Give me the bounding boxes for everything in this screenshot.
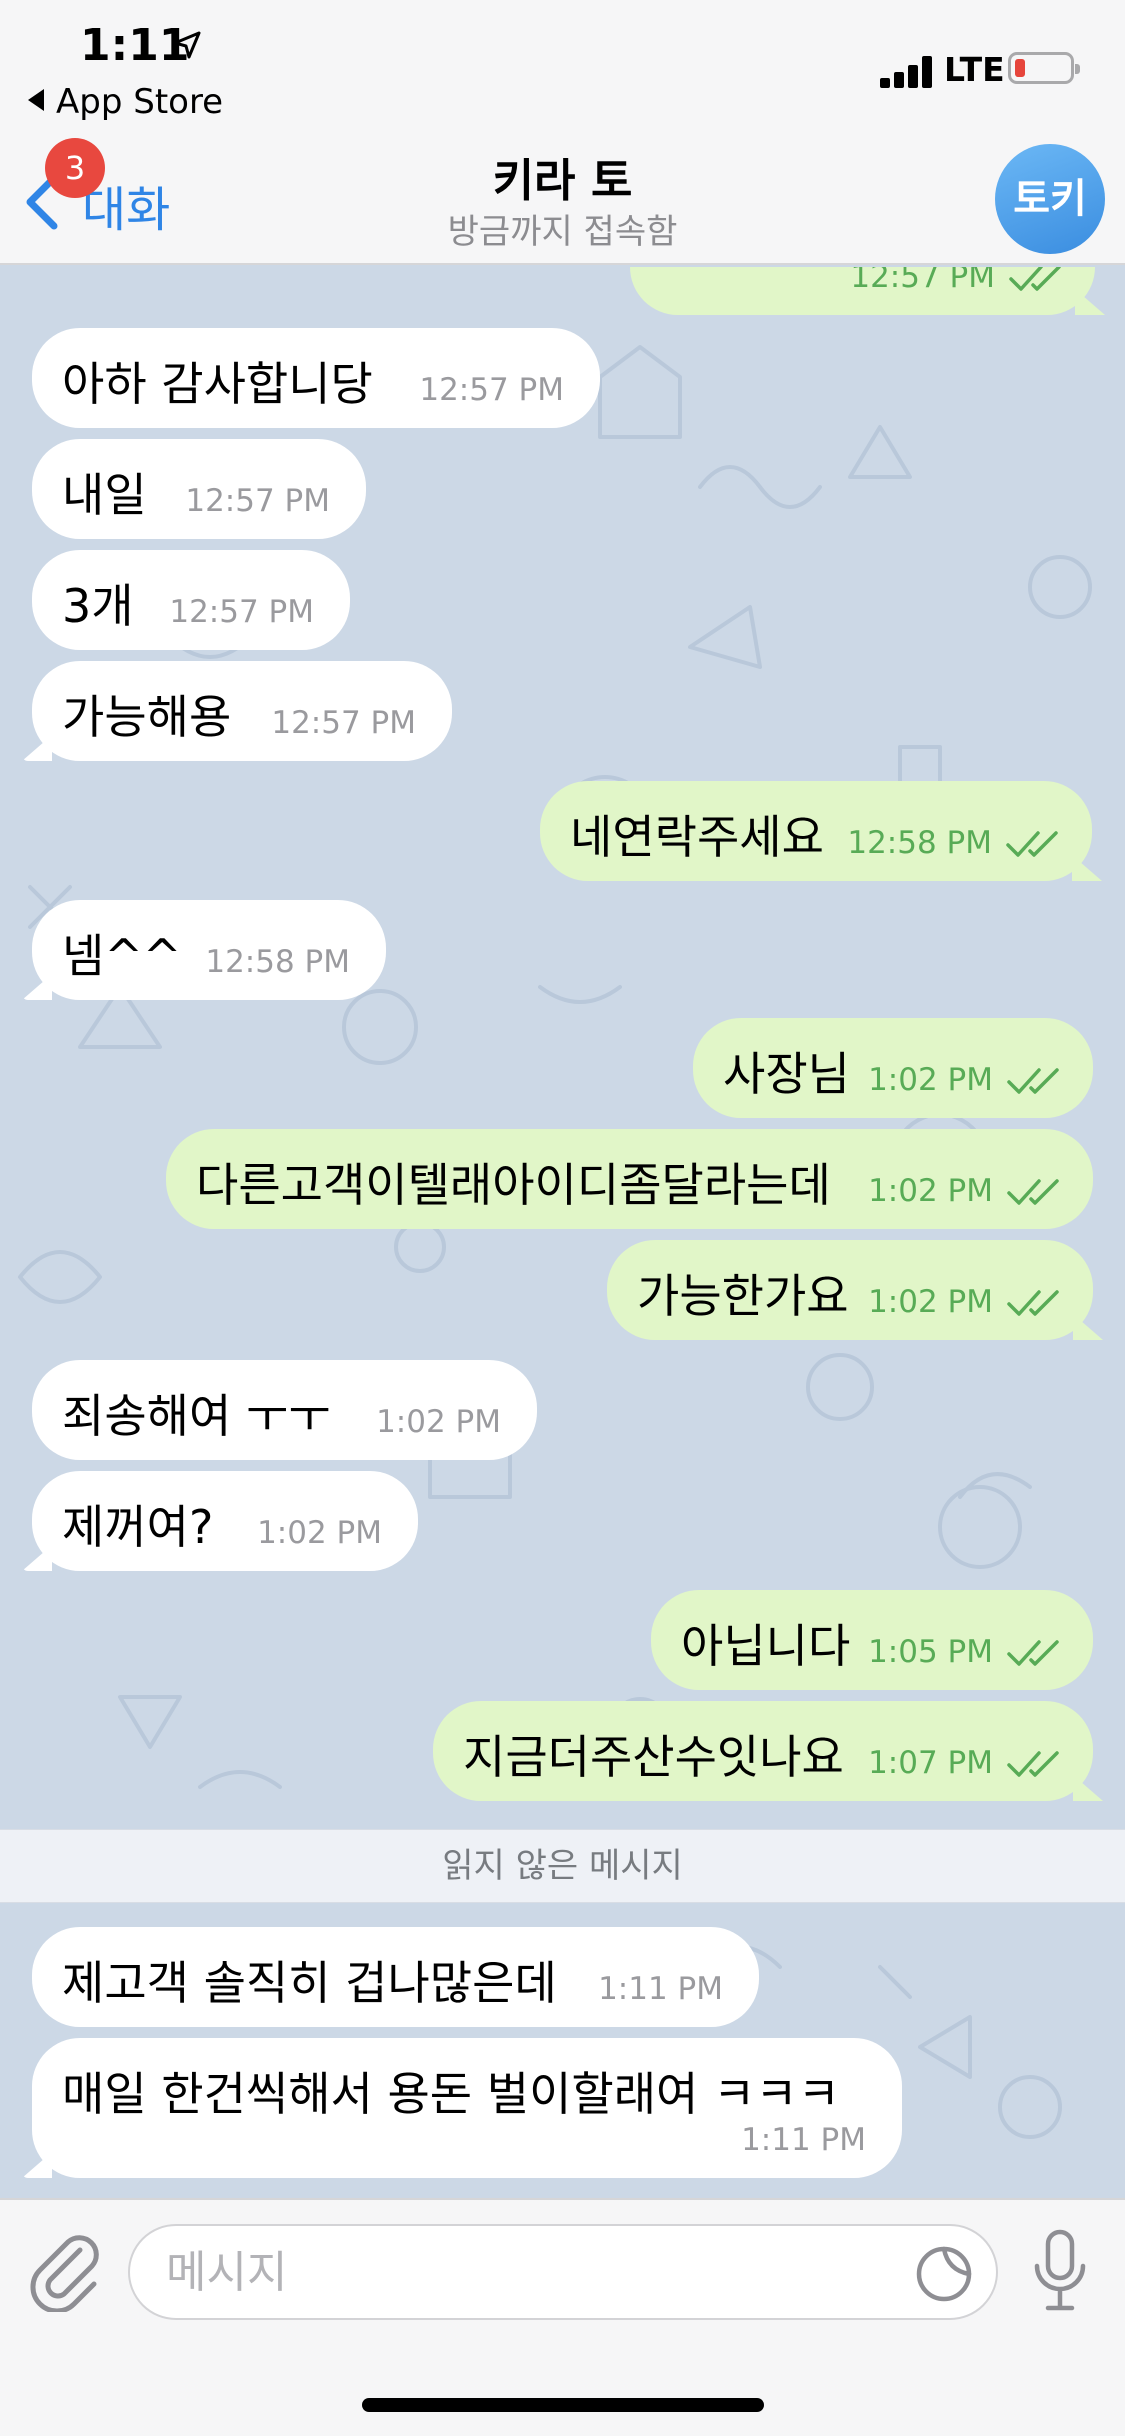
status-bar: 1:11 App Store LTE <box>0 0 1125 130</box>
message-bubble-incoming[interactable]: 아하 감사합니당 12:57 PM <box>32 328 600 428</box>
message-bubble-incoming[interactable]: 죄송해여 ㅜㅜ 1:02 PM <box>32 1360 537 1460</box>
message-bubble-outgoing[interactable]: 아닙니다 1:05 PM <box>651 1590 1093 1690</box>
message-time: 1:02 PM <box>376 1404 501 1440</box>
message-field[interactable] <box>128 2224 998 2320</box>
message-bubble-outgoing[interactable]: 다른고객이텔래아이디좀달라는데 1:02 PM <box>166 1129 1093 1229</box>
double-check-icon <box>1007 1179 1059 1205</box>
message-bubble-incoming[interactable]: 매일 한건씩해서 용돈 벌이할래여 ㅋㅋㅋ 1:11 PM <box>22 2038 902 2178</box>
message-bubble-incoming[interactable]: 3개 12:57 PM <box>32 550 350 650</box>
message-text: 사장님 <box>723 1047 850 1101</box>
message-bubble-incoming[interactable]: 가능해용 12:57 PM <box>22 661 452 761</box>
avatar[interactable]: 토키 <box>995 144 1105 254</box>
message-time: 12:58 PM <box>847 825 992 861</box>
message-text: 아닙니다 <box>681 1619 851 1673</box>
message-text: 다른고객이텔래아이디좀달라는데 <box>196 1158 831 1212</box>
message-time: 12:57 PM <box>850 267 995 295</box>
message-time: 12:57 PM <box>185 483 330 519</box>
location-arrow-icon <box>173 31 201 59</box>
back-triangle-icon <box>28 89 44 111</box>
message-time: 12:57 PM <box>419 372 564 408</box>
chat-header: 대화 3 키라 토 방금까지 접속함 토키 <box>0 130 1125 265</box>
message-bubble-incoming[interactable]: 내일 12:57 PM <box>32 439 366 539</box>
double-check-icon <box>1007 1640 1059 1666</box>
message-text: 죄송해여 ㅜㅜ <box>62 1389 331 1443</box>
message-time: 1:02 PM <box>868 1173 993 1209</box>
message-text: 넴^^ <box>62 929 182 983</box>
message-bubble-outgoing[interactable]: 네연락주세요 12:58 PM <box>540 781 1102 881</box>
message-time: 1:07 PM <box>868 1745 993 1781</box>
message-time: 1:02 PM <box>257 1515 382 1551</box>
message-bubble-incoming[interactable]: 제꺼여? 1:02 PM <box>22 1471 418 1571</box>
last-seen-status: 방금까지 접속함 <box>447 212 678 252</box>
back-app-label: App Store <box>56 82 224 122</box>
message-time: 1:05 PM <box>868 1634 993 1670</box>
message-time: 1:11 PM <box>598 1971 723 2007</box>
message-text: 제꺼여? <box>62 1500 214 1554</box>
message-input[interactable] <box>166 2240 846 2304</box>
message-bubble-incoming[interactable]: 넴^^ 12:58 PM <box>22 900 386 1000</box>
message-bubble-outgoing[interactable]: 사장님 1:02 PM <box>693 1018 1093 1118</box>
message-text: 가능해용 <box>62 690 232 744</box>
network-type: LTE <box>944 50 1005 89</box>
home-indicator[interactable] <box>362 2398 764 2412</box>
message-bubble-incoming[interactable]: 제고객 솔직히 겁나많은데 1:11 PM <box>32 1927 759 2027</box>
double-check-icon <box>1007 1290 1059 1316</box>
message-list[interactable]: 12:57 PM 아하 감사합니당 12:57 PM 내일 12:57 PM 3… <box>0 267 1125 2198</box>
unread-divider-label: 읽지 않은 메시지 <box>442 1846 683 1886</box>
chat-title[interactable]: 키라 토 <box>0 144 1125 209</box>
unread-messages-divider: 읽지 않은 메시지 <box>0 1829 1125 1903</box>
double-check-icon <box>1009 267 1061 291</box>
message-text: 아하 감사합니당 <box>62 357 373 411</box>
message-bubble-outgoing[interactable]: 지금더주산수잇나요 1:07 PM <box>433 1701 1103 1801</box>
message-time: 1:02 PM <box>868 1284 993 1320</box>
signal-icon <box>880 54 936 88</box>
double-check-icon <box>1006 831 1058 857</box>
message-time: 12:57 PM <box>271 705 416 741</box>
message-text: 가능한가요 <box>637 1269 849 1323</box>
message-time: 12:57 PM <box>169 594 314 630</box>
message-text: 지금더주산수잇나요 <box>463 1730 844 1784</box>
microphone-icon[interactable] <box>1032 2228 1088 2314</box>
message-text: 네연락주세요 <box>570 810 824 864</box>
message-time: 1:02 PM <box>868 1062 993 1098</box>
message-text: 제고객 솔직히 겁나많은데 <box>62 1956 557 2010</box>
battery-icon <box>1008 52 1080 84</box>
double-check-icon <box>1007 1068 1059 1094</box>
message-bubble-outgoing[interactable]: 12:57 PM <box>630 267 1105 315</box>
sticker-icon[interactable] <box>914 2244 974 2304</box>
message-time: 12:58 PM <box>205 944 350 980</box>
paperclip-icon[interactable] <box>28 2232 104 2312</box>
screen: 1:11 App Store LTE 대화 3 키라 토 방금까지 접속함 토키 <box>0 0 1125 2436</box>
message-text: 내일 <box>62 468 147 522</box>
message-text: 매일 한건씩해서 용돈 벌이할래여 ㅋㅋㅋ <box>62 2067 840 2121</box>
back-to-app-link[interactable]: App Store <box>28 82 223 122</box>
message-text: 3개 <box>62 579 134 633</box>
double-check-icon <box>1007 1751 1059 1777</box>
message-time: 1:11 PM <box>741 2122 866 2158</box>
message-bubble-outgoing[interactable]: 가능한가요 1:02 PM <box>607 1240 1103 1340</box>
